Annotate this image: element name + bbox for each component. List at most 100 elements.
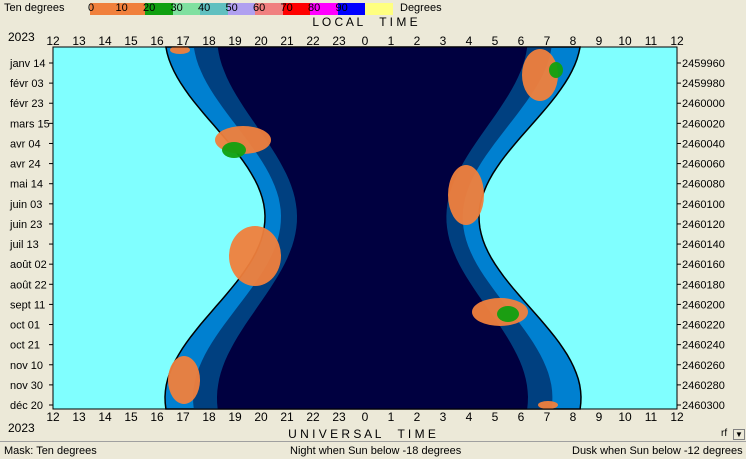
year-bottom-label: 2023: [8, 421, 35, 435]
julian-day-label: 2459980: [682, 78, 725, 90]
hour-tick-bottom: 15: [124, 410, 138, 424]
julian-day-label: 2460200: [682, 299, 725, 311]
date-label: juin 03: [9, 199, 42, 211]
date-label: nov 10: [10, 360, 43, 372]
julian-day-label: 2460060: [682, 159, 725, 171]
hour-tick-bottom: 11: [645, 410, 658, 424]
dusk-status: Dusk when Sun below -12 degrees: [572, 445, 743, 457]
date-label: nov 30: [10, 380, 43, 392]
date-label: févr 23: [10, 98, 44, 110]
hour-tick-bottom: 5: [492, 410, 499, 424]
julian-day-label: 2460120: [682, 219, 725, 231]
julian-day-label: 2460100: [682, 199, 725, 211]
hour-tick-top: 20: [254, 34, 268, 48]
date-label: mai 14: [10, 179, 43, 191]
hour-tick-bottom: 23: [332, 410, 346, 424]
hour-tick-bottom: 8: [570, 410, 577, 424]
date-label: mars 15: [10, 118, 50, 130]
universal-time-title: U N I V E R S A L T I M E: [288, 427, 436, 441]
hour-tick-top: 4: [466, 34, 473, 48]
julian-day-label: 2460140: [682, 239, 725, 251]
hour-tick-bottom: 1: [388, 410, 395, 424]
julian-day-label: 2460300: [682, 400, 725, 412]
date-label: août 02: [10, 259, 47, 271]
julian-day-label: 2459960: [682, 58, 725, 70]
hour-tick-top: 12: [46, 34, 60, 48]
julian-day-label: 2460040: [682, 138, 725, 150]
hour-tick-top: 9: [596, 34, 603, 48]
hour-tick-top: 2: [414, 34, 421, 48]
hour-tick-bottom: 19: [228, 410, 242, 424]
date-label: août 22: [10, 279, 47, 291]
hour-tick-bottom: 12: [46, 410, 60, 424]
date-label: avr 04: [10, 138, 41, 150]
hour-tick-top: 7: [544, 34, 551, 48]
date-label: oct 01: [10, 320, 40, 332]
julian-day-label: 2460220: [682, 320, 725, 332]
hour-tick-bottom: 4: [466, 410, 473, 424]
julian-day-label: 2460180: [682, 279, 725, 291]
night-status: Night when Sun below -18 degrees: [290, 445, 462, 457]
hour-tick-top: 22: [306, 34, 320, 48]
hour-tick-bottom: 2: [414, 410, 421, 424]
rf-label: rf: [721, 428, 728, 439]
hour-tick-top: 5: [492, 34, 499, 48]
date-label: févr 03: [10, 78, 44, 90]
hour-tick-bottom: 0: [362, 410, 369, 424]
altitude-patch: [222, 142, 246, 158]
altitude-patch: [497, 306, 519, 322]
julian-day-label: 2460280: [682, 380, 725, 392]
hour-tick-top: 16: [150, 34, 164, 48]
hour-tick-bottom: 16: [150, 410, 164, 424]
year-top-label: 2023: [8, 30, 35, 44]
hour-tick-top: 17: [176, 34, 190, 48]
date-label: avr 24: [10, 159, 41, 171]
hour-tick-top: 1: [388, 34, 395, 48]
hour-tick-top: 14: [98, 34, 112, 48]
hour-tick-bottom: 21: [280, 410, 294, 424]
hour-tick-bottom: 13: [72, 410, 86, 424]
sky-chart-window: Ten degrees 0 10 20 30 40 50 60 70 80 90 Degrees …: [0, 0, 746, 459]
hour-tick-top: 6: [518, 34, 525, 48]
hour-tick-top: 19: [228, 34, 242, 48]
scroll-down-button[interactable]: ▼: [733, 429, 745, 440]
julian-day-label: 2460160: [682, 259, 725, 271]
local-time-title: L O C A L T I M E: [312, 15, 417, 29]
date-label: juil 13: [9, 239, 39, 251]
date-label: oct 21: [10, 340, 40, 352]
julian-day-label: 2460000: [682, 98, 725, 110]
hour-tick-top: 0: [362, 34, 369, 48]
hour-tick-bottom: 17: [176, 410, 190, 424]
date-label: déc 20: [10, 400, 43, 412]
hour-tick-top: 18: [202, 34, 216, 48]
julian-day-label: 2460240: [682, 340, 725, 352]
altitude-patch: [229, 226, 281, 286]
hour-tick-top: 11: [645, 34, 658, 48]
hour-tick-bottom: 9: [596, 410, 603, 424]
hour-tick-top: 13: [72, 34, 86, 48]
altitude-patch: [549, 62, 563, 78]
hour-tick-bottom: 3: [440, 410, 447, 424]
date-label: janv 14: [9, 58, 45, 70]
hour-tick-bottom: 10: [618, 410, 632, 424]
hour-tick-bottom: 22: [306, 410, 320, 424]
hour-tick-bottom: 6: [518, 410, 525, 424]
hour-tick-bottom: 12: [670, 410, 684, 424]
hour-tick-bottom: 7: [544, 410, 551, 424]
hour-tick-bottom: 20: [254, 410, 268, 424]
altitude-patch: [448, 165, 484, 225]
twilight-chart: 1212131314141515161617171818191920202121…: [8, 15, 725, 441]
altitude-patch: [168, 356, 200, 404]
hour-tick-top: 15: [124, 34, 138, 48]
hour-tick-top: 8: [570, 34, 577, 48]
hour-tick-top: 3: [440, 34, 447, 48]
hour-tick-top: 23: [332, 34, 346, 48]
hour-tick-bottom: 18: [202, 410, 216, 424]
mask-status: Mask: Ten degrees: [4, 445, 97, 457]
date-label: sept 11: [10, 299, 45, 311]
hour-tick-top: 10: [618, 34, 632, 48]
hour-tick-top: 12: [670, 34, 684, 48]
hour-tick-top: 21: [280, 34, 294, 48]
julian-day-label: 2460080: [682, 179, 725, 191]
hour-tick-bottom: 14: [98, 410, 112, 424]
